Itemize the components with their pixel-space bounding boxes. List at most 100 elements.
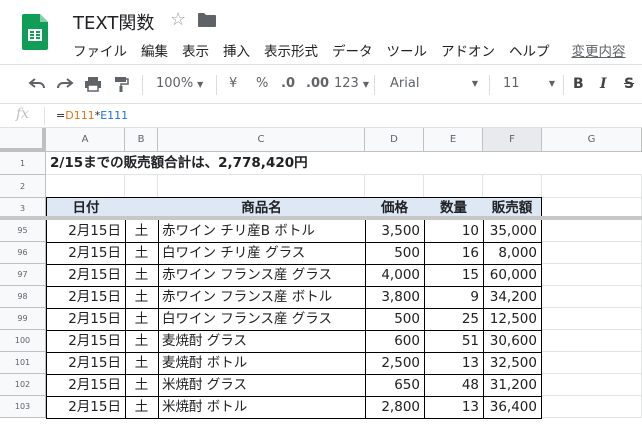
cell-price[interactable]: 3,500	[365, 220, 425, 243]
row-header[interactable]: 100	[0, 330, 46, 352]
column-header-a[interactable]: A	[46, 128, 125, 152]
cell-date[interactable]: 2月15日	[46, 374, 126, 397]
cell-price[interactable]: 2,800	[365, 396, 425, 419]
cell-sales[interactable]: 31,200	[483, 374, 542, 397]
cell[interactable]	[424, 175, 483, 198]
cell-product[interactable]: 赤ワイン フランス産 ボトル	[158, 286, 366, 309]
cell-date[interactable]: 2月15日	[46, 220, 126, 243]
cell-product[interactable]: 麦焼酎 グラス	[158, 330, 366, 353]
cell-date[interactable]: 2月15日	[46, 264, 126, 287]
cell-sales[interactable]: 30,600	[483, 330, 542, 353]
cell-qty[interactable]: 25	[424, 308, 484, 331]
cell[interactable]	[542, 242, 642, 264]
cell-day[interactable]: 土	[125, 242, 159, 265]
row-header[interactable]: 99	[0, 308, 46, 330]
cell-sales[interactable]: 35,000	[483, 220, 542, 243]
cell-product[interactable]: 赤ワイン フランス産 グラス	[158, 264, 366, 287]
menu-tools[interactable]: ツール	[387, 40, 428, 60]
increase-decimal-button[interactable]: .00	[306, 65, 329, 103]
cell-qty[interactable]: 16	[424, 242, 484, 265]
cell-sales[interactable]: 32,500	[483, 352, 542, 375]
bold-button[interactable]: B	[573, 65, 584, 103]
menu-data[interactable]: データ	[332, 40, 373, 60]
cell[interactable]	[125, 175, 158, 198]
menu-view[interactable]: 表示	[182, 40, 209, 60]
strikethrough-button[interactable]: S	[624, 65, 634, 103]
cell-price[interactable]: 2,500	[365, 352, 425, 375]
cell-qty[interactable]: 51	[424, 330, 484, 353]
cell-date[interactable]: 2月15日	[46, 308, 126, 331]
row-header[interactable]: 96	[0, 242, 46, 264]
cell-price[interactable]: 650	[365, 374, 425, 397]
cell[interactable]	[542, 286, 642, 308]
percent-format-button[interactable]: %	[256, 65, 268, 103]
cell-sales[interactable]: 34,200	[483, 286, 542, 309]
row-header[interactable]: 97	[0, 264, 46, 286]
cell-sales[interactable]: 8,000	[483, 242, 542, 265]
cell-product[interactable]: 赤ワイン チリ産B ボトル	[158, 220, 366, 243]
cell[interactable]	[542, 352, 642, 374]
cell-day[interactable]: 土	[125, 264, 159, 287]
paint-format-button[interactable]	[112, 65, 130, 103]
cell-price[interactable]: 600	[365, 330, 425, 353]
undo-button[interactable]	[28, 65, 46, 103]
sheets-logo-icon[interactable]	[22, 14, 48, 50]
column-header-c[interactable]: C	[158, 128, 365, 152]
cell[interactable]	[365, 175, 424, 198]
cell[interactable]	[158, 175, 365, 198]
font-size-select[interactable]: 11 ▼	[503, 65, 555, 103]
cell-sales[interactable]: 36,400	[483, 396, 542, 419]
last-edit-link[interactable]: 変更内容	[572, 40, 626, 60]
star-icon[interactable]: ☆	[170, 9, 186, 30]
summary-cell[interactable]: 2/15までの販売額合計は、2,778,420円	[46, 152, 642, 175]
menu-insert[interactable]: 挿入	[223, 40, 250, 60]
currency-format-button[interactable]: ¥	[229, 65, 237, 103]
menu-help[interactable]: ヘルプ	[509, 40, 550, 60]
folder-icon[interactable]	[198, 13, 216, 27]
row-header[interactable]: 101	[0, 352, 46, 374]
more-formats-select[interactable]: 123 ▼	[334, 65, 369, 103]
italic-button[interactable]: I	[600, 65, 607, 103]
menu-format[interactable]: 表示形式	[264, 40, 318, 60]
spreadsheet-grid[interactable]: A B C D E F G 1 2/15までの販売額合計は、2,778,420円…	[0, 128, 642, 428]
menu-edit[interactable]: 編集	[141, 40, 168, 60]
cell-day[interactable]: 土	[125, 396, 159, 419]
document-title[interactable]: TEXT関数	[73, 9, 154, 35]
cell-day[interactable]: 土	[125, 286, 159, 309]
column-header-d[interactable]: D	[365, 128, 424, 152]
cell-price[interactable]: 500	[365, 308, 425, 331]
cell-day[interactable]: 土	[125, 352, 159, 375]
cell-day[interactable]: 土	[125, 220, 159, 243]
column-header-b[interactable]: B	[125, 128, 158, 152]
cell-qty[interactable]: 13	[424, 396, 484, 419]
cell-sales[interactable]: 12,500	[483, 308, 542, 331]
menu-addons[interactable]: アドオン	[441, 40, 495, 60]
column-header-f[interactable]: F	[483, 128, 542, 152]
row-header[interactable]: 103	[0, 396, 46, 418]
cell-product[interactable]: 米焼酎 ボトル	[158, 396, 366, 419]
menu-file[interactable]: ファイル	[73, 40, 127, 60]
print-button[interactable]	[84, 65, 102, 103]
cell-price[interactable]: 500	[365, 242, 425, 265]
select-all-corner[interactable]	[0, 128, 46, 152]
cell-day[interactable]: 土	[125, 330, 159, 353]
cell-day[interactable]: 土	[125, 374, 159, 397]
cell-qty[interactable]: 13	[424, 352, 484, 375]
cell-product[interactable]: 米焼酎 グラス	[158, 374, 366, 397]
cell-sales[interactable]: 60,000	[483, 264, 542, 287]
cell-product[interactable]: 白ワイン チリ産 グラス	[158, 242, 366, 265]
cell[interactable]	[46, 175, 125, 198]
cell[interactable]	[483, 175, 542, 198]
row-header[interactable]: 1	[0, 152, 46, 175]
cell[interactable]	[542, 308, 642, 330]
cell[interactable]	[542, 396, 642, 418]
row-header[interactable]: 95	[0, 220, 46, 242]
cell-product[interactable]: 麦焼酎 ボトル	[158, 352, 366, 375]
row-header[interactable]: 98	[0, 286, 46, 308]
zoom-select[interactable]: 100% ▼	[156, 65, 203, 103]
row-header[interactable]: 102	[0, 374, 46, 396]
cell-qty[interactable]: 9	[424, 286, 484, 309]
cell-date[interactable]: 2月15日	[46, 396, 126, 419]
cell-product[interactable]: 白ワイン フランス産 グラス	[158, 308, 366, 331]
cell-date[interactable]: 2月15日	[46, 352, 126, 375]
